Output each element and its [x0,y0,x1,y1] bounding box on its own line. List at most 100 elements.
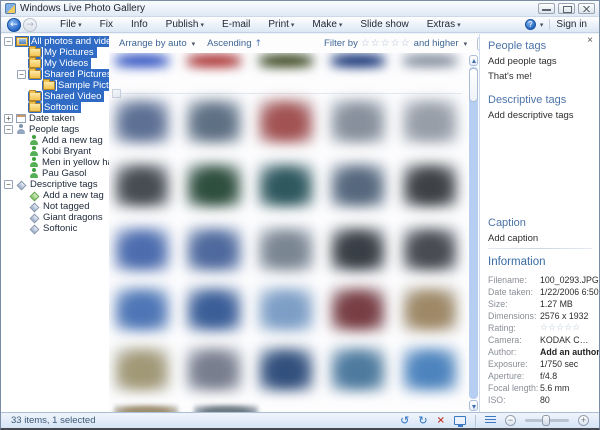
chevron-down-icon: ▾ [78,21,82,29]
tree-item-shared-pictures[interactable]: −Shared Pictures [1,69,109,80]
tree-item-people-tags[interactable]: −People tags [1,124,109,135]
thumbnail[interactable] [186,347,242,391]
forward-button[interactable]: → [23,18,37,32]
scroll-up-icon[interactable] [469,55,478,66]
thumbnail[interactable] [114,405,178,412]
chevron-down-icon: ▾ [464,40,468,48]
menu-make[interactable]: Make▾ [303,18,351,31]
add-author-link[interactable]: Add an author [540,346,600,358]
thumbnail[interactable] [330,227,386,271]
tree-item-descriptive-tags[interactable]: −Descriptive tags [1,179,109,190]
back-button[interactable]: ← [7,18,21,32]
tree-item-my-pictures[interactable]: My Pictures [1,47,109,58]
thumbnail[interactable] [402,347,458,391]
thumbnail[interactable] [186,99,242,143]
thumbnail[interactable] [402,287,458,331]
minimize-icon[interactable] [538,3,555,14]
tree-item-pau-gasol[interactable]: Pau Gasol [1,168,109,179]
thumbnail[interactable] [258,53,314,68]
sort-direction-button[interactable]: Ascending ↑ [207,38,262,49]
folder-icon [43,81,55,90]
help-menu[interactable]: ? ▾ [525,19,544,30]
zoom-out-icon[interactable]: − [505,415,516,426]
thumbnail[interactable] [258,347,314,391]
thumbnail[interactable] [114,227,170,271]
close-window-icon[interactable] [578,3,595,14]
thumbnail[interactable] [402,163,458,207]
scrollbar-thumb[interactable] [469,68,478,102]
thumbnail[interactable] [258,163,314,207]
tree-item-giant-dragons[interactable]: Giant dragons [1,212,109,223]
thumbnail[interactable] [114,347,170,391]
expand-icon[interactable]: + [4,114,13,123]
close-panel-icon[interactable]: × [587,36,593,46]
rotate-cw-icon[interactable]: ↻ [418,415,427,427]
tree-item-all-photos[interactable]: −All photos and videos [1,36,109,47]
rotate-ccw-icon[interactable]: ↺ [400,415,409,427]
menu-info[interactable]: Info [122,18,157,31]
menu-slideshow[interactable]: Slide show [351,18,417,31]
tree-item-softonic-tag[interactable]: Softonic [1,223,109,234]
tree-item-sample-pictures[interactable]: Sample Pictures [1,80,109,91]
thumbnail[interactable] [258,99,314,143]
collapse-icon[interactable]: − [4,125,13,134]
tree-item-kobi-bryant[interactable]: Kobi Bryant [1,146,109,157]
thumbnail[interactable] [330,347,386,391]
thumbnail[interactable] [330,99,386,143]
add-caption-link[interactable]: Add caption [488,233,592,244]
zoom-in-icon[interactable]: + [578,415,589,426]
thumbnail[interactable] [114,287,170,331]
thumbnail[interactable] [402,227,458,271]
thumbnail[interactable] [114,99,170,143]
thumbnail[interactable] [330,163,386,207]
menu-publish[interactable]: Publish▾ [157,18,213,31]
view-mode-icon[interactable] [485,416,496,425]
tree-item-date-taken[interactable]: +Date taken [1,113,109,124]
arrange-by-dropdown[interactable]: Arrange by auto ▾ [119,38,195,49]
thumbnail[interactable] [402,99,458,143]
star-rating-icons[interactable]: ☆☆☆☆☆ [540,322,580,334]
tree-item-shared-video[interactable]: Shared Video [1,91,109,102]
menu-fix[interactable]: Fix [91,18,122,31]
filter-by-rating[interactable]: Filter by ☆☆☆☆☆ and higher ▾ [324,38,467,49]
scrollbar-track[interactable] [469,67,478,399]
sign-in-button[interactable]: Sign in [549,19,593,30]
star-rating-icons[interactable]: ☆☆☆☆☆ [361,38,411,49]
add-descriptive-tags-link[interactable]: Add descriptive tags [488,110,591,121]
thumbnail[interactable] [114,53,170,68]
collapse-icon[interactable]: − [4,37,13,46]
thats-me-link[interactable]: That's me! [488,71,591,82]
menu-extras[interactable]: Extras▾ [418,18,470,31]
tree-item-add-descriptive-tag[interactable]: Add a new tag [1,190,109,201]
scroll-down-icon[interactable] [469,400,478,411]
zoom-slider-thumb[interactable] [542,415,550,426]
tree-item-softonic-folder[interactable]: Softonic [1,102,109,113]
thumbnail[interactable] [258,287,314,331]
maximize-icon[interactable] [558,3,575,14]
tree-item-not-tagged[interactable]: Not tagged [1,201,109,212]
thumbnail[interactable] [186,287,242,331]
thumbnail[interactable] [330,287,386,331]
thumbnail[interactable] [330,53,386,68]
help-icon: ? [525,19,536,30]
thumbnail[interactable] [258,227,314,271]
thumbnail[interactable] [402,53,458,68]
zoom-slider[interactable] [525,419,569,422]
thumbnail[interactable] [186,53,242,68]
thumbnail[interactable] [114,163,170,207]
thumbnail[interactable] [194,405,258,412]
delete-icon[interactable]: × [437,415,445,427]
tree-item-men-in-yellow-hats[interactable]: Men in yellow hats [1,157,109,168]
vertical-scrollbar[interactable] [469,55,478,411]
collapse-icon[interactable]: − [17,70,26,79]
tree-item-add-people-tag[interactable]: Add a new tag [1,135,109,146]
menu-file[interactable]: File▾ [51,18,91,31]
collapse-icon[interactable]: − [4,180,13,189]
thumbnail[interactable] [186,163,242,207]
menu-email[interactable]: E-mail [213,18,259,31]
tree-item-my-videos[interactable]: My Videos [1,58,109,69]
slideshow-screen-icon[interactable] [454,416,466,425]
thumbnail[interactable] [186,227,242,271]
add-people-tags-link[interactable]: Add people tags [488,56,591,67]
menu-print[interactable]: Print▾ [259,18,303,31]
